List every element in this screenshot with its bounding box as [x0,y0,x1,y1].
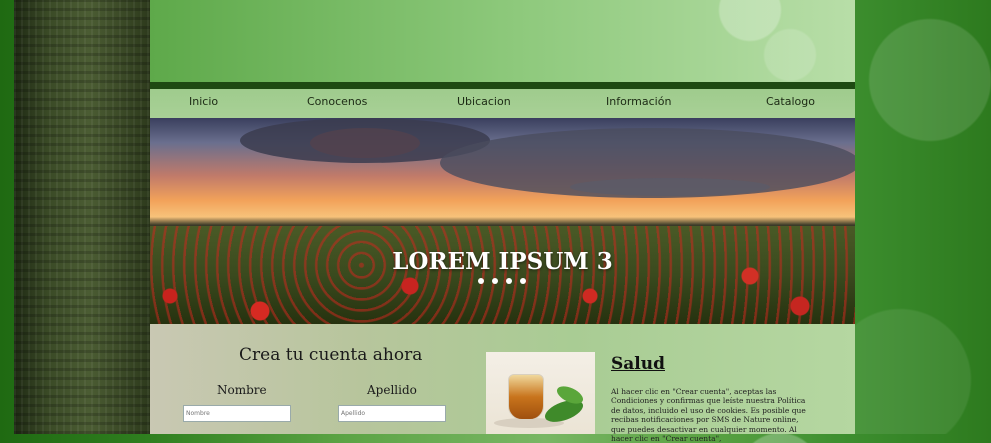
nav-item-conocenos[interactable]: Conocenos [307,95,367,108]
nav-item-inicio[interactable]: Inicio [189,95,218,108]
section-body: Al hacer clic en "Crear cuenta", aceptas… [611,387,806,443]
main-nav: Inicio Conocenos Ubicacion Información C… [150,89,855,118]
slide-title: LOREM IPSUM 3 [392,248,613,275]
cloud [570,178,770,196]
tea-image [486,352,595,434]
slide-dot-3[interactable] [506,278,512,284]
last-name-label: Apellido [367,383,417,397]
slide-dot-4[interactable] [520,278,526,284]
header-divider [150,82,855,89]
slide-indicators [478,278,526,284]
nav-item-catalogo[interactable]: Catalogo [766,95,815,108]
tea-glass-shape [508,374,544,420]
signup-title: Crea tu cuenta ahora [239,345,423,365]
nav-item-informacion[interactable]: Información [606,95,671,108]
first-name-input[interactable] [183,405,291,422]
poppy-field-image [150,226,855,324]
nav-item-ubicacion[interactable]: Ubicacion [457,95,511,108]
last-name-input[interactable] [338,405,446,422]
tree-trunk-background [14,0,150,434]
slide-dot-2[interactable] [492,278,498,284]
hero-slider: LOREM IPSUM 3 [150,118,855,324]
slide-dot-1[interactable] [478,278,484,284]
page-container: Inicio Conocenos Ubicacion Información C… [150,0,855,443]
header-banner [150,0,855,82]
section-title: Salud [611,354,665,374]
content-area: Crea tu cuenta ahora Nombre Apellido Sal… [150,324,855,443]
first-name-label: Nombre [217,383,267,397]
